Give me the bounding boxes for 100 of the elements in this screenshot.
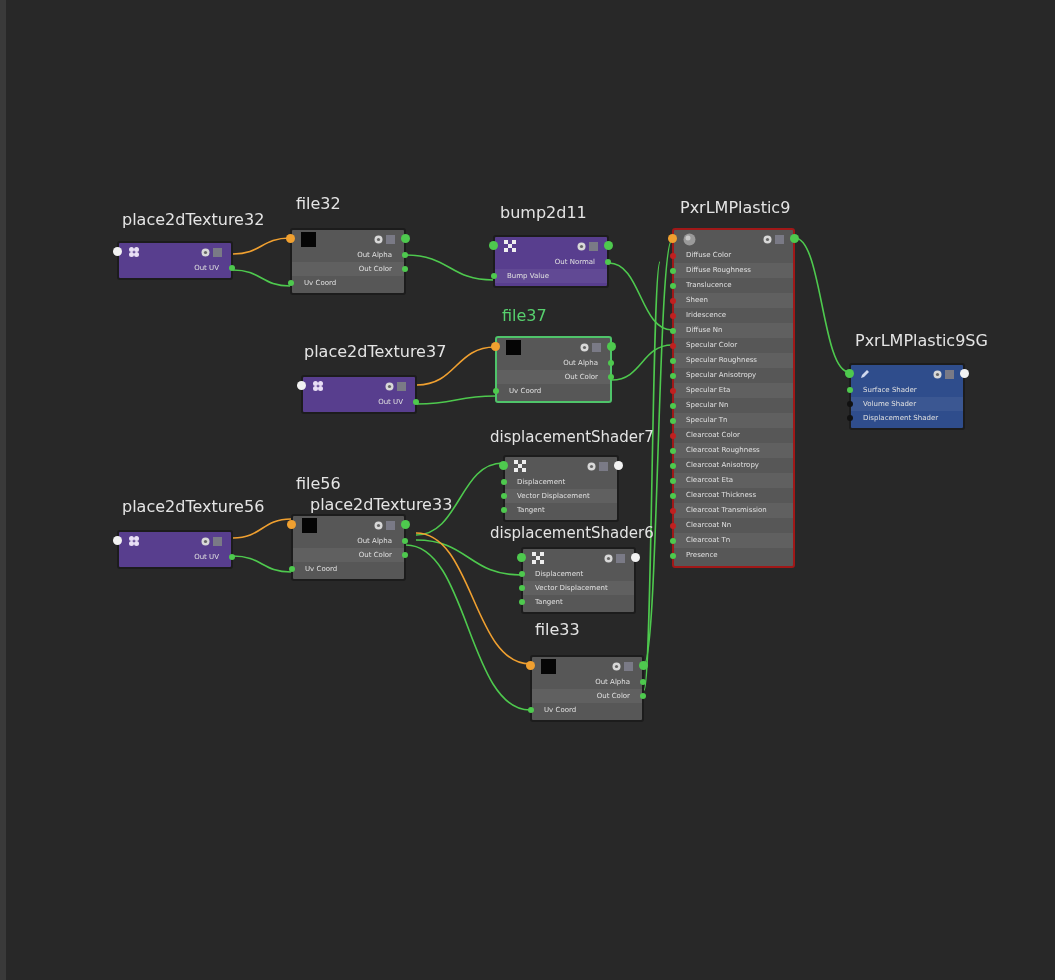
port-dot[interactable] bbox=[519, 585, 525, 591]
sphere-icon bbox=[683, 232, 696, 246]
settings-icon[interactable] bbox=[201, 247, 210, 257]
checker-icon bbox=[532, 552, 544, 564]
settings-icon[interactable] bbox=[385, 381, 394, 391]
port-dot[interactable] bbox=[288, 280, 294, 286]
port-dot[interactable] bbox=[402, 552, 408, 558]
settings-icon[interactable] bbox=[604, 553, 613, 563]
port-dot[interactable] bbox=[670, 342, 676, 349]
port-dot[interactable] bbox=[526, 661, 535, 670]
settings-icon[interactable] bbox=[374, 520, 383, 530]
connection-wire[interactable] bbox=[416, 395, 496, 405]
port-dot[interactable] bbox=[670, 432, 676, 439]
connection-wire[interactable] bbox=[405, 254, 494, 281]
connection-wire[interactable] bbox=[415, 539, 522, 576]
port-dot[interactable] bbox=[670, 537, 676, 544]
settings-icon[interactable] bbox=[201, 536, 210, 546]
port-dot[interactable] bbox=[847, 415, 853, 421]
connection-wire[interactable] bbox=[232, 269, 291, 287]
settings-icon[interactable] bbox=[933, 369, 942, 379]
port-dot[interactable] bbox=[670, 297, 676, 304]
port-dot[interactable] bbox=[401, 234, 410, 243]
port-dot[interactable] bbox=[113, 536, 122, 545]
port-dot[interactable] bbox=[289, 566, 295, 572]
port-dot[interactable] bbox=[670, 552, 676, 559]
port-dot[interactable] bbox=[670, 372, 676, 379]
port-dot[interactable] bbox=[670, 327, 676, 334]
settings-icon[interactable] bbox=[577, 241, 586, 251]
port-dot[interactable] bbox=[631, 553, 640, 562]
port-dot[interactable] bbox=[640, 679, 646, 685]
port-dot[interactable] bbox=[402, 266, 408, 272]
port-dot[interactable] bbox=[607, 342, 616, 351]
port-dot[interactable] bbox=[670, 387, 676, 394]
port-dot[interactable] bbox=[670, 357, 676, 364]
port-dot[interactable] bbox=[670, 507, 676, 514]
port-dot[interactable] bbox=[614, 461, 623, 470]
port-dot[interactable] bbox=[670, 312, 676, 319]
port-dot[interactable] bbox=[790, 234, 799, 243]
settings-icon[interactable] bbox=[587, 461, 596, 471]
port-dot[interactable] bbox=[297, 381, 306, 390]
connection-wire[interactable] bbox=[608, 262, 673, 331]
port-dot[interactable] bbox=[605, 259, 611, 265]
port-dot[interactable] bbox=[501, 493, 507, 499]
port-dot[interactable] bbox=[402, 252, 408, 258]
settings-icon[interactable] bbox=[374, 234, 383, 244]
port-dot[interactable] bbox=[491, 273, 497, 279]
port-dot[interactable] bbox=[501, 479, 507, 485]
port-dot[interactable] bbox=[847, 387, 853, 393]
port-dot[interactable] bbox=[113, 247, 122, 256]
port-dot[interactable] bbox=[845, 369, 854, 378]
connection-wire[interactable] bbox=[405, 544, 531, 711]
port-dot[interactable] bbox=[670, 447, 676, 454]
port-dot[interactable] bbox=[670, 522, 676, 529]
node-title: place2dTexture56 bbox=[122, 497, 265, 516]
port-dot[interactable] bbox=[402, 538, 408, 544]
port-dot[interactable] bbox=[286, 234, 295, 243]
settings-icon[interactable] bbox=[612, 661, 621, 671]
port-dot[interactable] bbox=[670, 462, 676, 469]
node-title: place2dTexture33 bbox=[310, 495, 453, 514]
port-dot[interactable] bbox=[413, 399, 419, 405]
connection-wire[interactable] bbox=[232, 518, 292, 539]
port-dot[interactable] bbox=[670, 282, 676, 289]
port-dot[interactable] bbox=[668, 234, 677, 243]
port-dot[interactable] bbox=[604, 241, 613, 250]
port-dot[interactable] bbox=[499, 461, 508, 470]
port-dot[interactable] bbox=[670, 417, 676, 424]
port-dot[interactable] bbox=[287, 520, 296, 529]
port-dot[interactable] bbox=[229, 554, 235, 560]
node-title: bump2d11 bbox=[500, 203, 587, 222]
port-dot[interactable] bbox=[608, 360, 614, 366]
port-dot[interactable] bbox=[489, 241, 498, 250]
port-dot[interactable] bbox=[960, 369, 969, 378]
port-dot[interactable] bbox=[670, 252, 676, 259]
port-dot[interactable] bbox=[670, 267, 676, 274]
connection-wire[interactable] bbox=[232, 555, 292, 573]
node-title: file56 bbox=[296, 474, 341, 493]
flower-icon bbox=[128, 535, 140, 547]
port-dot[interactable] bbox=[670, 477, 676, 484]
port-dot[interactable] bbox=[670, 492, 676, 499]
settings-icon[interactable] bbox=[580, 342, 589, 352]
port-dot[interactable] bbox=[847, 401, 853, 407]
settings-icon[interactable] bbox=[763, 234, 772, 244]
port-dot[interactable] bbox=[517, 553, 526, 562]
port-dot[interactable] bbox=[528, 707, 534, 713]
flower-icon bbox=[312, 380, 324, 392]
port-dot[interactable] bbox=[608, 374, 614, 380]
port-dot[interactable] bbox=[670, 402, 676, 409]
port-dot[interactable] bbox=[640, 693, 646, 699]
port-dot[interactable] bbox=[519, 599, 525, 605]
port-dot[interactable] bbox=[229, 265, 235, 271]
port-dot[interactable] bbox=[639, 661, 648, 670]
port-dot[interactable] bbox=[491, 342, 500, 351]
node-title: file37 bbox=[502, 306, 547, 325]
connection-wire[interactable] bbox=[611, 344, 673, 381]
port-dot[interactable] bbox=[493, 388, 499, 394]
port-dot[interactable] bbox=[501, 507, 507, 513]
port-dot[interactable] bbox=[401, 520, 410, 529]
port-dot[interactable] bbox=[519, 571, 525, 577]
texture-swatch-icon bbox=[506, 339, 521, 355]
flower-icon bbox=[128, 246, 140, 258]
